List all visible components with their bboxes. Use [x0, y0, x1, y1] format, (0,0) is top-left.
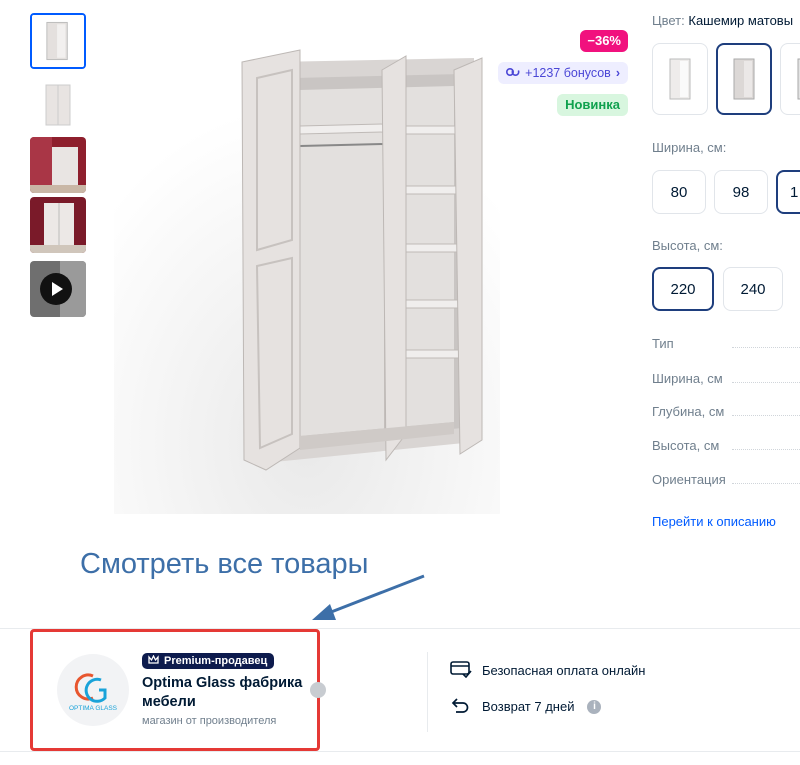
thumbnail-video[interactable]: [30, 261, 86, 317]
color-swatch-1[interactable]: [652, 43, 708, 115]
benefit-secure-payment: Безопасная оплата онлайн: [450, 660, 645, 681]
annotation-arrow-icon: [312, 574, 425, 620]
height-label: Высота, см:: [652, 238, 723, 253]
thumbnail-4[interactable]: [30, 197, 86, 253]
new-badge: Новинка: [557, 94, 628, 116]
spec-row: Глубина, см: [652, 404, 800, 419]
seller-subtitle: магазин от производителя: [142, 715, 277, 727]
discount-badge: −36%: [580, 30, 628, 52]
color-swatch-2[interactable]: [716, 43, 772, 115]
logo-text: OPTIMA GLASS: [69, 705, 118, 712]
vertical-divider: [427, 652, 428, 732]
section-divider: [0, 751, 800, 752]
thumbnail-3[interactable]: [30, 137, 86, 193]
width-label: Ширина, см:: [652, 140, 727, 155]
wardrobe-image: [114, 30, 500, 514]
return-label: Возврат 7 дней: [482, 699, 575, 714]
card-check-icon: [450, 660, 472, 681]
main-product-image: [114, 30, 500, 514]
wardrobe-closed-thumb-image: [30, 77, 86, 133]
go-to-description-link[interactable]: Перейти к описанию: [652, 514, 776, 529]
interior-burgundy-thumb-image: [30, 197, 86, 253]
seller-name[interactable]: Optima Glass фабрика мебели: [142, 674, 312, 712]
premium-seller-badge: Premium-продавец: [142, 653, 275, 669]
spec-row: Высота, см: [652, 438, 800, 453]
bonus-badge[interactable]: +1237 бонусов ›: [498, 62, 628, 84]
play-icon[interactable]: [40, 273, 72, 305]
secure-payment-label: Безопасная оплата онлайн: [482, 663, 646, 678]
spec-row: Ориентация: [652, 472, 800, 487]
bonus-badge-label: +1237 бонусов: [525, 66, 611, 80]
height-option-220[interactable]: 220: [652, 267, 714, 311]
seller-card[interactable]: OPTIMA GLASS Premium-продавец Optima Gla…: [30, 629, 320, 751]
chevron-right-icon: ›: [615, 66, 620, 80]
color-label: Цвет: Кашемир матовы: [652, 13, 794, 28]
badge-column: −36% +1237 бонусов › Новинка: [498, 30, 628, 116]
return-arrow-icon: [450, 696, 472, 717]
spec-row: Ширина, см: [652, 371, 800, 386]
bonus-icon: [506, 62, 520, 84]
info-icon[interactable]: i: [587, 699, 602, 714]
wardrobe-swatch-icon: [797, 58, 800, 100]
crown-icon: [148, 653, 159, 669]
interior-red-thumb-image: [30, 137, 86, 193]
seller-logo[interactable]: OPTIMA GLASS: [57, 654, 129, 726]
width-option-98[interactable]: 98: [714, 170, 768, 214]
wardrobe-swatch-icon: [733, 58, 755, 100]
optima-glass-logo-icon: OPTIMA GLASS: [69, 673, 118, 712]
favorite-dot-icon[interactable]: [310, 682, 326, 698]
spec-row: Тип: [652, 336, 800, 351]
width-option-selected[interactable]: 1: [776, 170, 800, 214]
thumbnail-1[interactable]: [30, 13, 86, 69]
color-value: Кашемир матовы: [688, 13, 794, 28]
thumbnail-2[interactable]: [30, 77, 86, 133]
wardrobe-swatch-icon: [669, 58, 691, 100]
color-swatch-3[interactable]: [780, 43, 800, 115]
premium-seller-label: Premium-продавец: [164, 655, 268, 667]
benefit-return: Возврат 7 дней i: [450, 696, 602, 717]
wardrobe-thumb-image: [32, 15, 84, 67]
height-option-240[interactable]: 240: [723, 267, 783, 311]
width-option-80[interactable]: 80: [652, 170, 706, 214]
